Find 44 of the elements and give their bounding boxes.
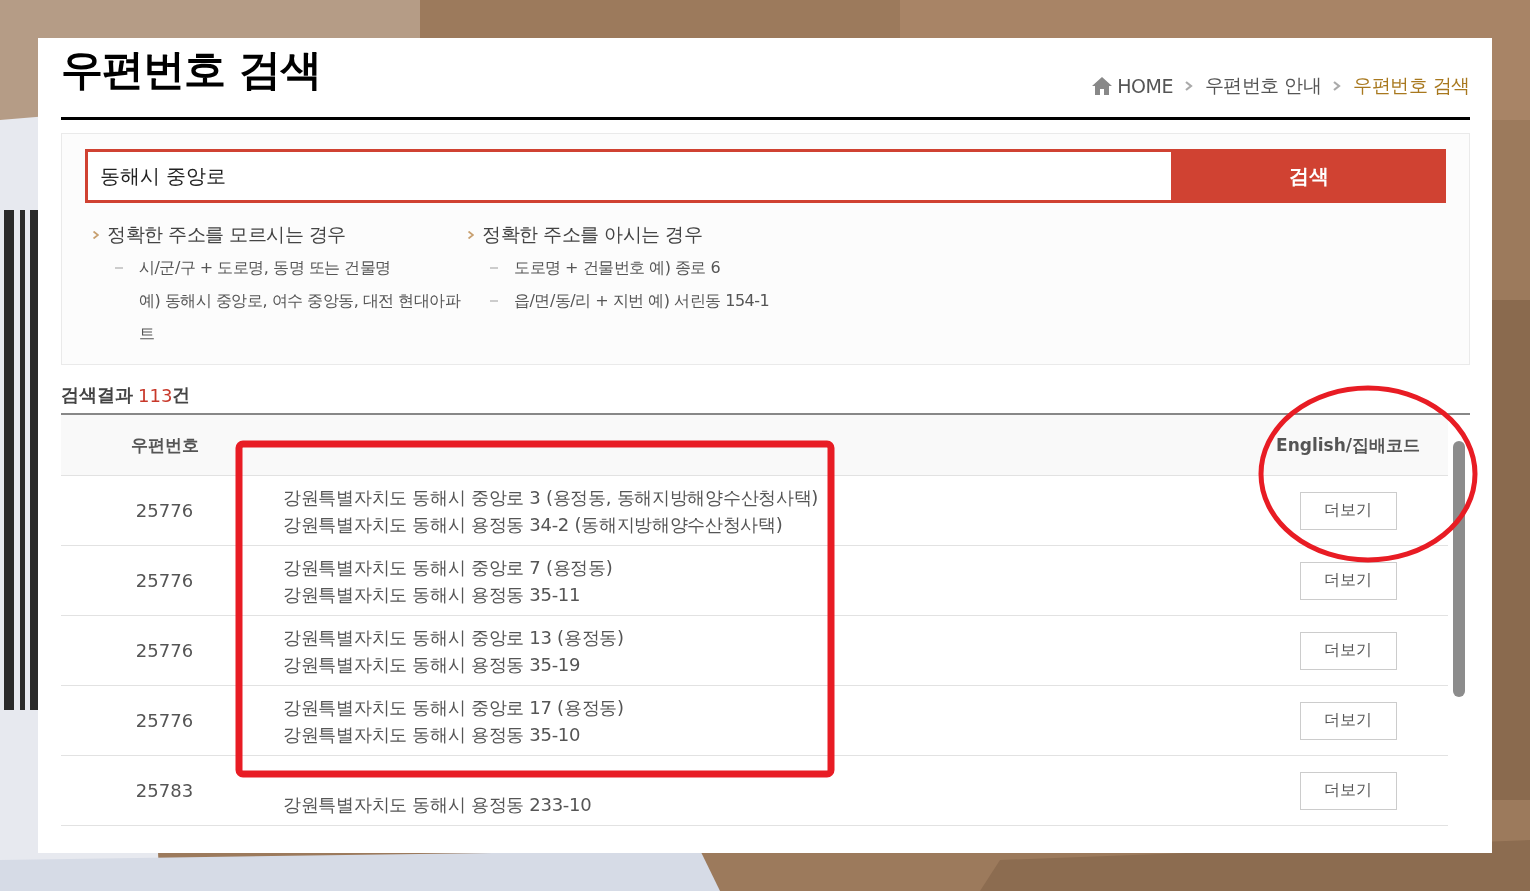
address-text: 강원특별자치도 동해시 용정동 35-11 (283, 582, 582, 607)
postal-code: 25776 (135, 710, 194, 731)
guide-text: 읍/면/동/리 + 지번 예) 서린동 154-1 (514, 290, 770, 312)
postal-code: 25783 (135, 780, 194, 801)
chevron-icon (1184, 81, 1193, 91)
guide-text: 시/군/구 + 도로명, 동명 또는 건물명 예) 동해시 중앙로, 여수 중앙동, 대전 현대아파 트 (139, 257, 461, 345)
chevron-icon (93, 231, 99, 239)
address-text: 강원특별자치도 동해시 중앙로 17 (용정동) (283, 695, 625, 720)
breadcrumb-link[interactable]: HOME (1117, 75, 1173, 97)
page-title: 우편번호 검색 (61, 44, 321, 96)
more-button[interactable]: 더보기 (1299, 491, 1397, 530)
guide-heading: 정확한 주소를 모르시는 경우 (107, 222, 346, 247)
more-button[interactable]: 더보기 (1299, 561, 1397, 600)
search-field[interactable]: 동해시 중앙로 (85, 149, 1171, 203)
address-text: 강원특별자치도 동해시 용정동 35-19 (283, 652, 582, 677)
results-count: 113 (138, 384, 173, 406)
search-button[interactable]: 검색 (1171, 149, 1446, 203)
guide-text: 도로명 + 건물번호 예) 종로 6 (514, 257, 721, 279)
address-text: 강원특별자치도 동해시 용정동 34-2 (동해지방해양수산청사택) (283, 512, 784, 537)
chevron-icon (468, 231, 474, 239)
postal-code: 25776 (135, 570, 194, 591)
breadcrumb-link[interactable]: 우편번호 안내 (1204, 73, 1322, 99)
address-text: 강원특별자치도 동해시 중앙로 7 (용정동) (283, 555, 614, 580)
address-text: 강원특별자치도 동해시 용정동 35-10 (283, 722, 582, 747)
results-label: 검색결과 (61, 383, 133, 407)
address-text: 강원특별자치도 동해시 중앙로 3 (용정동, 동해지방해양수산청사택) (283, 485, 820, 510)
more-button[interactable]: 더보기 (1299, 701, 1397, 740)
column-header: English/집배코드 (1275, 433, 1421, 457)
more-button[interactable]: 더보기 (1299, 771, 1397, 810)
postal-code: 25776 (135, 640, 194, 661)
more-button[interactable]: 더보기 (1299, 631, 1397, 670)
postal-code: 25776 (135, 500, 194, 521)
dash-icon (490, 300, 498, 302)
breadcrumb-link[interactable]: 우편번호 검색 (1353, 73, 1470, 99)
dash-icon (490, 267, 498, 269)
home-icon (1091, 77, 1114, 95)
guide-heading: 정확한 주소를 아시는 경우 (482, 222, 703, 247)
chevron-icon (1333, 81, 1342, 91)
address-text: 강원특별자치도 동해시 용정동 233-10 (283, 792, 593, 817)
column-header: 우편번호 (129, 433, 200, 457)
address-text: 강원특별자치도 동해시 중앙로 13 (용정동) (283, 625, 625, 650)
results-unit: 건 (172, 383, 191, 407)
scrollbar-thumb[interactable] (1453, 441, 1465, 697)
dash-icon (115, 267, 123, 269)
